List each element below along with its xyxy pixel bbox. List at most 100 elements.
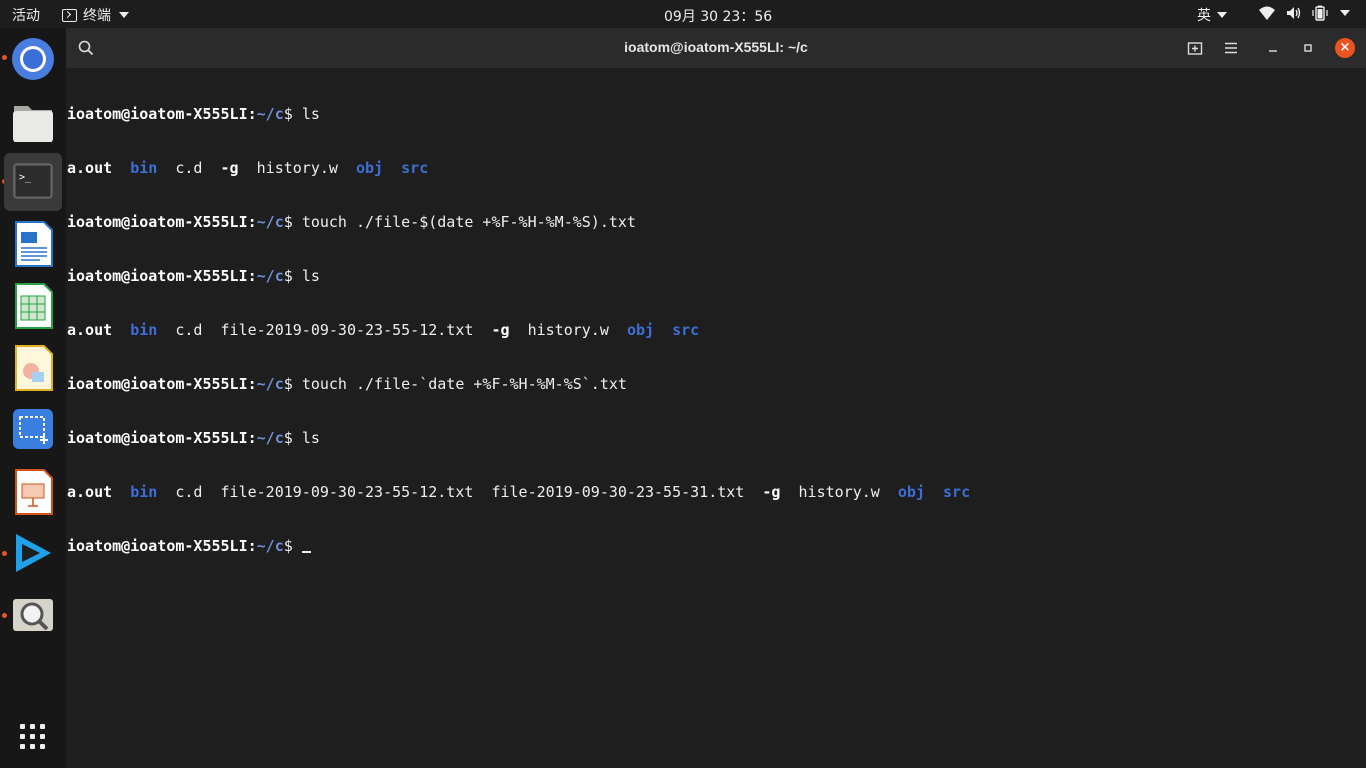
terminal-line: a.out bin c.d file-2019-09-30-23-55-12.t…: [67, 483, 1357, 501]
ls-entry: file-2019-09-30-23-55-12.txt: [220, 483, 474, 501]
prompt-dollar: $: [283, 105, 302, 123]
terminal-window: ioatom@ioatom-X555LI: ~/c × ioatom@ioato…: [66, 28, 1366, 768]
ls-entry: obj: [626, 321, 655, 339]
chevron-down-icon: [1217, 12, 1227, 18]
prompt-user-host: ioatom@ioatom-X555LI: [67, 429, 248, 447]
ls-entry: a.out: [67, 321, 113, 339]
prompt-colon: :: [247, 429, 257, 447]
calc-icon[interactable]: [4, 276, 62, 334]
ls-entry: -g: [220, 159, 239, 177]
menu-button[interactable]: [1219, 36, 1243, 60]
dock: >_: [0, 28, 66, 768]
activities-button[interactable]: 活动: [12, 5, 40, 25]
hamburger-icon: [1225, 42, 1237, 54]
close-icon: ×: [1339, 40, 1351, 55]
ls-entry: file-2019-09-30-23-55-31.txt: [491, 483, 745, 501]
prompt-dollar: $: [283, 537, 302, 555]
ls-entry: a.out: [67, 483, 113, 501]
draw-icon[interactable]: [4, 338, 62, 396]
terminal-line: ioatom@ioatom-X555LI:~/c$: [67, 537, 1357, 555]
terminal-line: ioatom@ioatom-X555LI:~/c$ touch ./file-$…: [67, 213, 1357, 231]
prompt-user-host: ioatom@ioatom-X555LI: [67, 213, 248, 231]
terminal-line: a.out bin c.d -g history.w obj src: [67, 159, 1357, 177]
minimize-button[interactable]: [1261, 36, 1285, 60]
prompt-colon: :: [247, 267, 257, 285]
volume-icon: [1287, 7, 1301, 19]
app-menu-label: 终端: [83, 8, 111, 24]
prompt-colon: :: [247, 213, 257, 231]
prompt-path: ~/c: [256, 537, 284, 555]
terminal-output[interactable]: ioatom@ioatom-X555LI:~/c$ ls a.out bin c…: [67, 69, 1357, 591]
prompt-user-host: ioatom@ioatom-X555LI: [67, 105, 248, 123]
prompt-path: ~/c: [256, 375, 284, 393]
close-button[interactable]: ×: [1335, 38, 1355, 58]
battery-icon: [1312, 5, 1328, 21]
ls-entry: history.w: [527, 321, 609, 339]
minimize-icon: [1269, 50, 1277, 52]
terminal-line: ioatom@ioatom-X555LI:~/c$ ls: [67, 267, 1357, 285]
command-text: ls: [301, 429, 320, 447]
input-method-menu[interactable]: 英: [1197, 5, 1227, 25]
new-tab-icon: [1187, 42, 1203, 55]
ls-entry: obj: [897, 483, 925, 501]
new-tab-button[interactable]: [1183, 36, 1207, 60]
maximize-button[interactable]: [1296, 36, 1320, 60]
impress-icon[interactable]: [4, 462, 62, 520]
system-status-menu[interactable]: [1258, 5, 1350, 21]
prompt-dollar: $: [283, 429, 302, 447]
svg-text:>_: >_: [19, 172, 32, 183]
media-player-icon[interactable]: [4, 524, 62, 582]
prompt-colon: :: [247, 537, 257, 555]
title-bar[interactable]: ioatom@ioatom-X555LI: ~/c ×: [66, 28, 1366, 68]
prompt-dollar: $: [283, 375, 302, 393]
prompt-dollar: $: [283, 213, 302, 231]
input-method-label: 英: [1197, 8, 1211, 24]
terminal-app-icon: [62, 8, 77, 22]
ls-entry: -g: [762, 483, 781, 501]
ls-entry: c.d: [175, 483, 203, 501]
ls-entry: bin: [130, 483, 158, 501]
prompt-path: ~/c: [256, 429, 284, 447]
ls-entry: bin: [130, 321, 158, 339]
prompt-user-host: ioatom@ioatom-X555LI: [67, 375, 248, 393]
command-text: touch ./file-`date +%F-%H-%M-%S`.txt: [301, 375, 627, 393]
ls-entry: src: [672, 321, 700, 339]
screenshot-icon[interactable]: [4, 400, 62, 458]
prompt-user-host: ioatom@ioatom-X555LI: [67, 537, 248, 555]
prompt-colon: :: [247, 105, 257, 123]
chevron-down-icon: [1340, 10, 1350, 16]
chrome-icon[interactable]: [4, 30, 62, 88]
ls-entry: src: [943, 483, 971, 501]
prompt-path: ~/c: [256, 213, 284, 231]
ls-entry: history.w: [798, 483, 880, 501]
app-menu[interactable]: 终端: [62, 5, 129, 25]
command-text: touch ./file-$(date +%F-%H-%M-%S).txt: [301, 213, 636, 231]
terminal-line: a.out bin c.d file-2019-09-30-23-55-12.t…: [67, 321, 1357, 339]
image-viewer-icon[interactable]: [4, 586, 62, 644]
ls-entry: c.d: [175, 159, 203, 177]
ls-entry: a.out: [67, 159, 113, 177]
clock[interactable]: 09月 30 23：56: [664, 6, 772, 26]
ls-entry: obj: [356, 159, 384, 177]
prompt-dollar: $: [283, 267, 302, 285]
wifi-icon: [1259, 6, 1275, 20]
window-title: ioatom@ioatom-X555LI: ~/c: [624, 39, 808, 55]
top-bar: 活动 终端 09月 30 23：56 英: [0, 0, 1366, 28]
prompt-path: ~/c: [256, 267, 284, 285]
show-apps-icon[interactable]: [4, 708, 62, 766]
prompt-path: ~/c: [256, 105, 284, 123]
terminal-line: ioatom@ioatom-X555LI:~/c$ touch ./file-`…: [67, 375, 1357, 393]
files-icon[interactable]: [4, 92, 62, 150]
ls-entry: bin: [130, 159, 158, 177]
ls-entry: src: [401, 159, 429, 177]
ls-entry: file-2019-09-30-23-55-12.txt: [220, 321, 474, 339]
restore-icon: [1304, 44, 1312, 52]
grid-icon: [20, 724, 45, 749]
command-text: ls: [301, 267, 320, 285]
text-cursor: [301, 551, 311, 553]
chevron-down-icon: [119, 12, 129, 18]
ls-entry: -g: [491, 321, 510, 339]
terminal-icon[interactable]: >_: [4, 153, 62, 211]
writer-icon[interactable]: [4, 214, 62, 272]
prompt-colon: :: [247, 375, 257, 393]
